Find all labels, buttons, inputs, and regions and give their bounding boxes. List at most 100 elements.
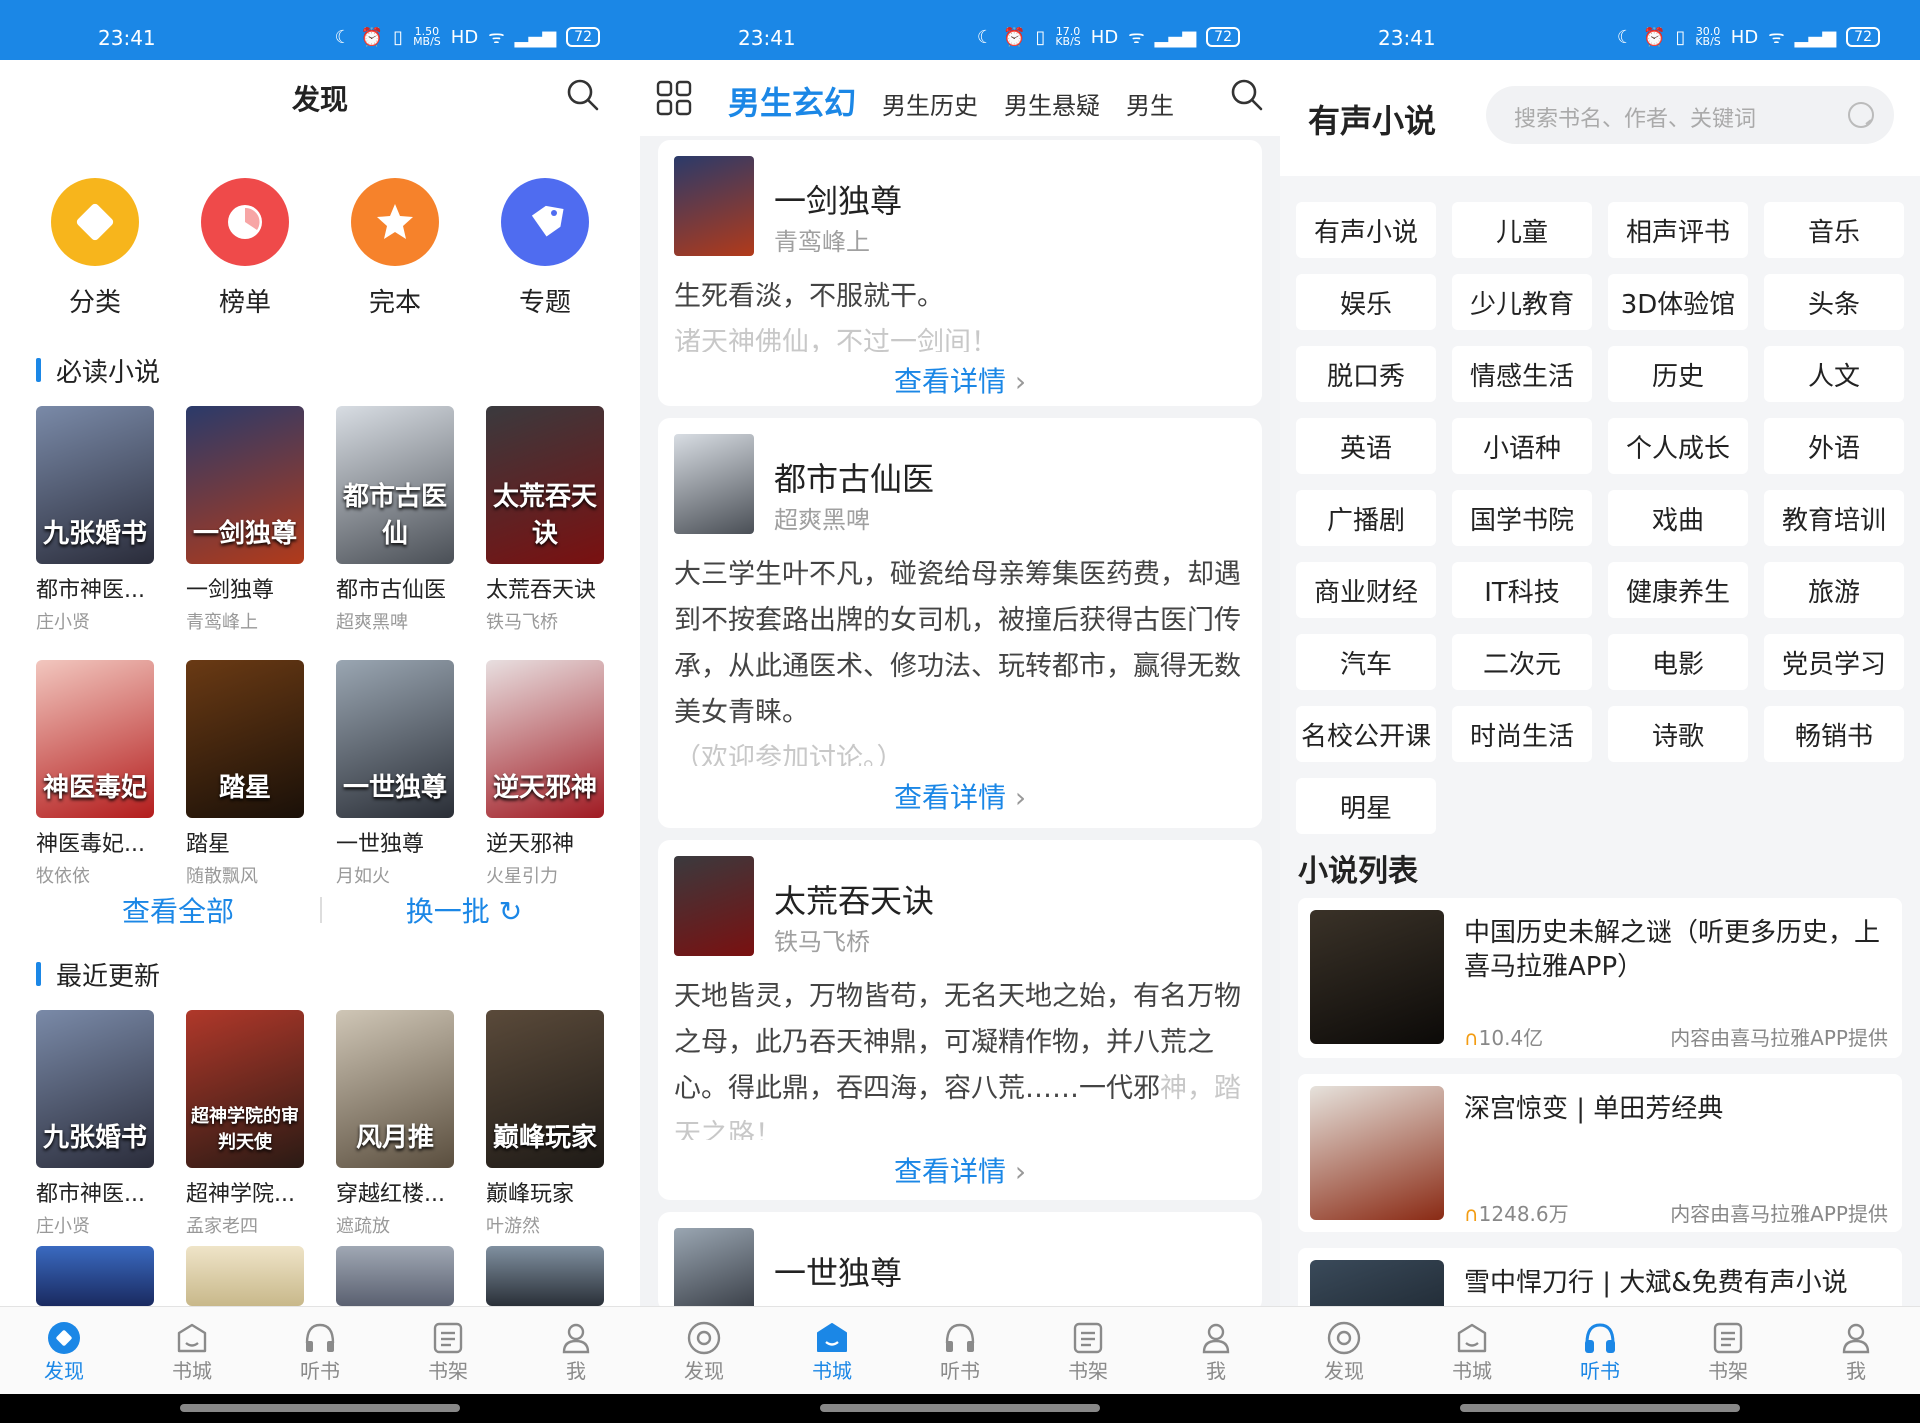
book-cover[interactable]	[486, 1246, 604, 1306]
book-item[interactable]: 九张婚书 都市神医... 庄小贤	[36, 1010, 156, 1238]
book-card[interactable]: 太荒吞天诀 铁马飞桥 天地皆灵，万物皆苟，无名天地之始，有名万物之母，此乃吞天神…	[658, 840, 1262, 1200]
book-item[interactable]: 神医毒妃 神医毒妃... 牧依依	[36, 660, 156, 888]
audio-category-tag[interactable]: 相声评书	[1608, 202, 1748, 258]
audio-category-tag[interactable]: 英语	[1296, 418, 1436, 474]
view-all-button[interactable]: 查看全部	[36, 890, 320, 930]
book-cover[interactable]	[336, 1246, 454, 1306]
book-item[interactable]: 超神学院的审判天使 超神学院... 孟家老四	[186, 1010, 306, 1238]
nav-bookstore[interactable]: 书城	[1408, 1307, 1536, 1394]
audio-category-tag[interactable]: 电影	[1608, 634, 1748, 690]
tab-male-history[interactable]: 男生历史	[882, 86, 978, 121]
audio-category-tag[interactable]: 二次元	[1452, 634, 1592, 690]
book-item[interactable]: 一世独尊 一世独尊 月如火	[336, 660, 456, 888]
book-cover[interactable]	[36, 1246, 154, 1306]
audio-category-tag[interactable]: 历史	[1608, 346, 1748, 402]
nav-audio[interactable]: 听书	[1536, 1307, 1664, 1394]
search-icon[interactable]	[1846, 100, 1876, 134]
grid-menu-icon[interactable]	[656, 80, 692, 120]
book-description: 大三学生叶不凡，碰瓷给母亲筹集医药费，却遇到不按套路出牌的女司机，被撞后获得古医…	[674, 559, 1241, 774]
tab-male-more[interactable]: 男生	[1126, 86, 1174, 121]
refresh-button[interactable]: 换一批 ↻	[322, 890, 606, 930]
nav-shelf[interactable]: 书架	[1024, 1307, 1152, 1394]
audio-category-tag[interactable]: 商业财经	[1296, 562, 1436, 618]
view-details-button[interactable]: 查看详情 ›	[658, 766, 1262, 822]
audio-category-tag[interactable]: 教育培训	[1764, 490, 1904, 546]
category-topic[interactable]: 专题	[480, 178, 610, 319]
category-ranking[interactable]: 榜单	[180, 178, 310, 319]
list-item[interactable]: 中国历史未解之谜（听更多历史，上喜马拉雅APP） ∩10.4亿 内容由喜马拉雅A…	[1298, 898, 1902, 1058]
category-complete[interactable]: 完本	[330, 178, 460, 319]
audio-category-tag[interactable]: 党员学习	[1764, 634, 1904, 690]
category-classify[interactable]: 分类	[30, 178, 160, 319]
battery-indicator: 72	[1206, 27, 1240, 47]
book-item[interactable]: 巅峰玩家 巅峰玩家 叶游然	[486, 1010, 606, 1238]
nav-bookstore[interactable]: 书城	[768, 1307, 896, 1394]
audio-category-tag[interactable]: 有声小说	[1296, 202, 1436, 258]
book-title: 太荒吞天诀	[774, 882, 935, 920]
book-cover	[674, 156, 754, 256]
status-icons: ☾ ⏰ ▯ 1.50 MB/S HD ᯤ ▂▄▆ 72	[335, 25, 600, 49]
view-details-button[interactable]: 查看详情 ›	[658, 352, 1262, 402]
book-item[interactable]: 一剑独尊 一剑独尊 青鸾峰上	[186, 406, 306, 634]
audio-category-tag[interactable]: 国学书院	[1452, 490, 1592, 546]
audio-category-tag[interactable]: 戏曲	[1608, 490, 1748, 546]
book-card[interactable]: 一剑独尊 青鸾峰上 生死看淡，不服就干。 诸天神佛仙，不过一剑间！ 查看详情 ›	[658, 140, 1262, 406]
tab-male-fantasy[interactable]: 男生玄幻	[728, 78, 856, 124]
home-pill[interactable]	[180, 1404, 460, 1412]
audio-category-tag[interactable]: 小语种	[1452, 418, 1592, 474]
audio-category-tag[interactable]: 汽车	[1296, 634, 1436, 690]
audio-category-tag[interactable]: 3D体验馆	[1608, 274, 1748, 330]
book-card[interactable]: 一世独尊	[658, 1212, 1262, 1312]
book-item[interactable]: 风月推 穿越红楼... 遮疏放	[336, 1010, 456, 1238]
nav-audio[interactable]: 听书	[256, 1307, 384, 1394]
audio-category-tag[interactable]: 头条	[1764, 274, 1904, 330]
book-item[interactable]: 太荒吞天诀 太荒吞天诀 铁马飞桥	[486, 406, 606, 634]
audio-category-tag[interactable]: 脱口秀	[1296, 346, 1436, 402]
nav-discover[interactable]: 发现	[640, 1307, 768, 1394]
audio-category-tag[interactable]: 明星	[1296, 778, 1436, 834]
audio-category-tag[interactable]: 旅游	[1764, 562, 1904, 618]
search-input[interactable]: 搜索书名、作者、关键词	[1486, 86, 1894, 144]
vibrate-icon: ▯	[393, 26, 404, 48]
book-cover[interactable]	[186, 1246, 304, 1306]
nav-discover[interactable]: 发现	[1280, 1307, 1408, 1394]
audio-category-tag[interactable]: IT科技	[1452, 562, 1592, 618]
audio-category-tag[interactable]: 个人成长	[1608, 418, 1748, 474]
nav-me[interactable]: 我	[1152, 1307, 1280, 1394]
book-card[interactable]: 都市古仙医 超爽黑啤 大三学生叶不凡，碰瓷给母亲筹集医药费，却遇到不按套路出牌的…	[658, 418, 1262, 828]
audio-category-tag[interactable]: 时尚生活	[1452, 706, 1592, 762]
nav-shelf[interactable]: 书架	[384, 1307, 512, 1394]
home-pill[interactable]	[1460, 1404, 1740, 1412]
audio-category-tag[interactable]: 少儿教育	[1452, 274, 1592, 330]
chevron-right-icon: ›	[1014, 365, 1027, 398]
book-item[interactable]: 都市古医仙 都市古仙医 超爽黑啤	[336, 406, 456, 634]
audio-category-tag[interactable]: 儿童	[1452, 202, 1592, 258]
book-item[interactable]: 逆天邪神 逆天邪神 火星引力	[486, 660, 606, 888]
audio-category-tag[interactable]: 音乐	[1764, 202, 1904, 258]
audio-category-tag[interactable]: 情感生活	[1452, 346, 1592, 402]
nav-me[interactable]: 我	[512, 1307, 640, 1394]
tab-male-suspense[interactable]: 男生悬疑	[1004, 86, 1100, 121]
nav-me[interactable]: 我	[1792, 1307, 1920, 1394]
must-read-grid: 九张婚书 都市神医... 庄小贤 一剑独尊 一剑独尊 青鸾峰上 都市古医仙 都市古仙医 超爽…	[36, 406, 606, 888]
audio-category-tag[interactable]: 娱乐	[1296, 274, 1436, 330]
audio-category-tag[interactable]: 人文	[1764, 346, 1904, 402]
search-icon[interactable]	[1230, 78, 1264, 116]
book-author: 青鸾峰上	[774, 228, 870, 256]
book-item[interactable]: 九张婚书 都市神医... 庄小贤	[36, 406, 156, 634]
view-details-button[interactable]: 查看详情 ›	[658, 1140, 1262, 1196]
audio-category-tag[interactable]: 畅销书	[1764, 706, 1904, 762]
search-icon[interactable]	[566, 78, 600, 116]
book-item[interactable]: 踏星 踏星 随散飘风	[186, 660, 306, 888]
nav-discover[interactable]: 发现	[0, 1307, 128, 1394]
audio-category-tag[interactable]: 健康养生	[1608, 562, 1748, 618]
nav-shelf[interactable]: 书架	[1664, 1307, 1792, 1394]
audio-category-tag[interactable]: 名校公开课	[1296, 706, 1436, 762]
audio-category-tag[interactable]: 广播剧	[1296, 490, 1436, 546]
audio-category-tag[interactable]: 外语	[1764, 418, 1904, 474]
list-item[interactable]: 深宫惊变 | 单田芳经典 ∩1248.6万 内容由喜马拉雅APP提供	[1298, 1074, 1902, 1232]
nav-audio[interactable]: 听书	[896, 1307, 1024, 1394]
home-pill[interactable]	[820, 1404, 1100, 1412]
nav-bookstore[interactable]: 书城	[128, 1307, 256, 1394]
audio-category-tag[interactable]: 诗歌	[1608, 706, 1748, 762]
